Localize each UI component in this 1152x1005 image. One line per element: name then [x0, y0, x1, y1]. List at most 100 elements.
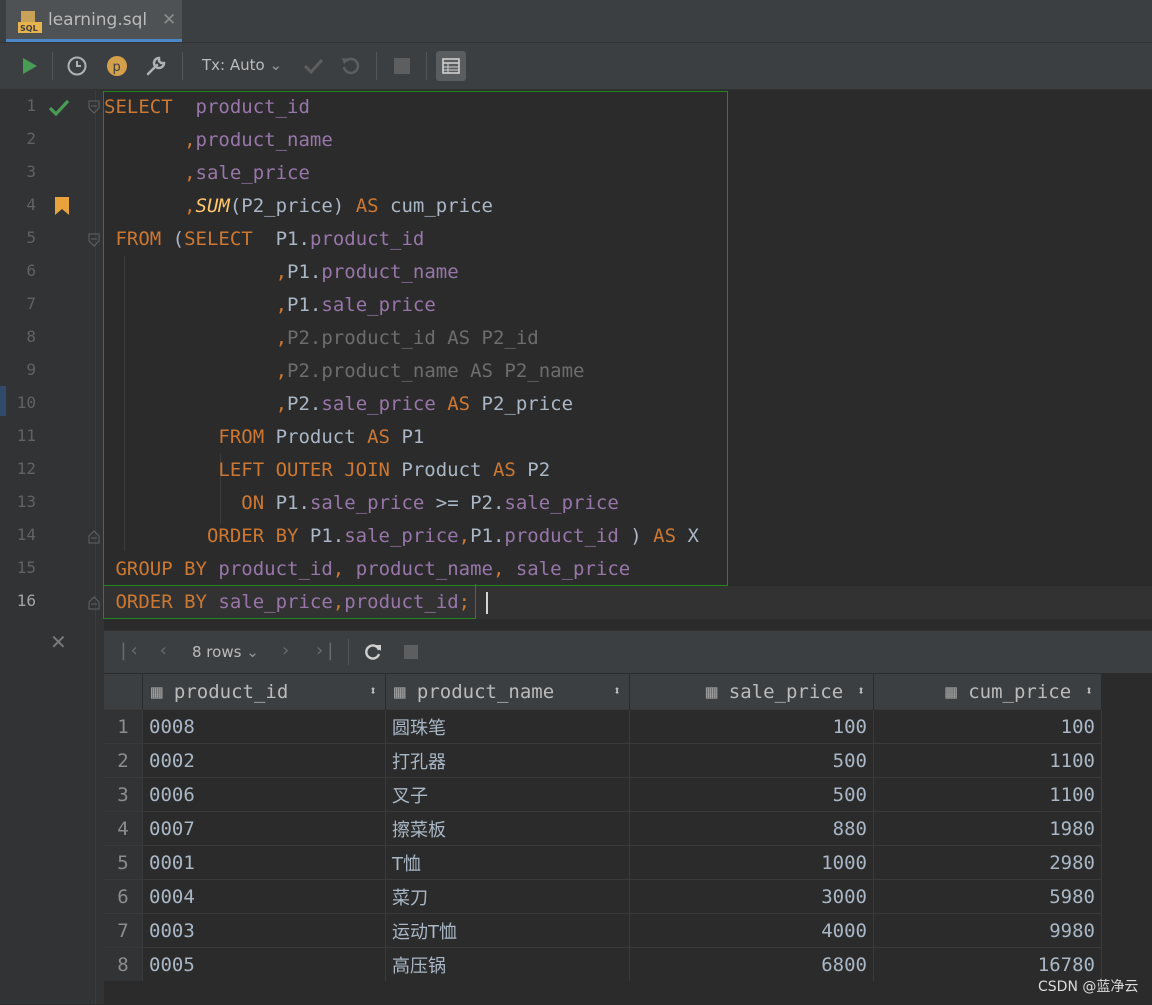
table-row[interactable]: 2 0002 打孔器 500 1100	[104, 743, 1102, 778]
tab-learning-sql[interactable]: SQL learning.sql ✕	[6, 0, 182, 42]
table-row[interactable]: 7 0003 运动T恤 4000 9980	[104, 913, 1102, 948]
line-number: 13	[16, 492, 36, 511]
cell-sale-price[interactable]: 3000	[629, 879, 874, 914]
first-page-icon[interactable]: |‹	[118, 640, 140, 661]
cell-product-id[interactable]: 0005	[142, 947, 386, 981]
cell-product-id[interactable]: 0004	[142, 879, 386, 914]
cell-cum-price[interactable]: 1100	[873, 743, 1102, 778]
chevron-down-icon: ⌄	[269, 56, 283, 74]
fold-end-icon[interactable]	[88, 596, 100, 610]
fold-end-icon[interactable]	[88, 530, 100, 544]
editor-tab-bar: SQL learning.sql ✕	[0, 0, 1152, 43]
table-row[interactable]: 8 0005 高压锅 6800 16780	[104, 947, 1102, 981]
last-page-icon[interactable]: ›|	[314, 640, 336, 661]
cell-cum-price[interactable]: 1980	[873, 811, 1102, 846]
prev-page-icon[interactable]: ‹	[158, 640, 169, 661]
row-number: 8	[104, 947, 143, 981]
cell-sale-price[interactable]: 880	[629, 811, 874, 846]
cell-cum-price[interactable]: 2980	[873, 845, 1102, 880]
cell-product-id[interactable]: 0002	[142, 743, 386, 778]
row-number: 3	[104, 777, 143, 812]
row-number: 5	[104, 845, 143, 880]
next-page-icon[interactable]: ›	[280, 640, 291, 661]
fold-icon[interactable]	[88, 233, 100, 247]
output-table-icon[interactable]	[436, 51, 466, 81]
wrench-icon[interactable]	[141, 51, 171, 81]
table-row[interactable]: 4 0007 擦菜板 880 1980	[104, 811, 1102, 846]
cell-product-id[interactable]: 0001	[142, 845, 386, 880]
run-icon[interactable]	[14, 51, 44, 81]
table-header-row: ▦ product_id ⬍ ▦ product_name ⬍ ▦ sale_pri…	[104, 674, 1102, 710]
column-header[interactable]: ▦ sale_price ⬍	[629, 674, 874, 710]
commit-icon[interactable]	[298, 51, 328, 81]
line-number: 15	[16, 558, 36, 577]
refresh-icon[interactable]	[363, 642, 383, 662]
cell-product-name[interactable]: 打孔器	[385, 743, 630, 778]
cell-product-name[interactable]: 高压锅	[385, 947, 630, 981]
cell-product-id[interactable]: 0003	[142, 913, 386, 948]
cell-sale-price[interactable]: 1000	[629, 845, 874, 880]
sort-icon[interactable]: ⬍	[613, 684, 621, 699]
row-number: 6	[104, 879, 143, 914]
fold-icon[interactable]	[88, 100, 100, 114]
cell-cum-price[interactable]: 100	[873, 709, 1102, 744]
rollback-icon[interactable]	[336, 51, 366, 81]
line-number: 6	[26, 261, 36, 280]
line-number: 12	[16, 459, 36, 478]
cell-cum-price[interactable]: 9980	[873, 913, 1102, 948]
cell-product-name[interactable]: 擦菜板	[385, 811, 630, 846]
cell-product-name[interactable]: 圆珠笔	[385, 709, 630, 744]
cell-sale-price[interactable]: 100	[629, 709, 874, 744]
tx-mode-dropdown[interactable]: Tx: Auto ⌄	[202, 56, 282, 74]
line-number: 3	[26, 162, 36, 181]
close-results-icon[interactable]: ✕	[50, 630, 67, 654]
column-header[interactable]: ▦ cum_price ⬍	[873, 674, 1102, 710]
cell-sale-price[interactable]: 500	[629, 743, 874, 778]
line-number: 11	[16, 426, 36, 445]
cell-cum-price[interactable]: 1100	[873, 777, 1102, 812]
cell-product-id[interactable]: 0007	[142, 811, 386, 846]
sort-icon[interactable]: ⬍	[857, 684, 865, 699]
bookmark-icon[interactable]	[54, 196, 70, 216]
line-number: 2	[26, 129, 36, 148]
history-icon[interactable]	[62, 51, 92, 81]
check-icon	[48, 99, 70, 117]
cell-sale-price[interactable]: 500	[629, 777, 874, 812]
results-toolbar: |‹ ‹ › ›|	[104, 631, 1152, 673]
cell-sale-price[interactable]: 4000	[629, 913, 874, 948]
cell-product-name[interactable]: 菜刀	[385, 879, 630, 914]
sort-icon[interactable]: ⬍	[369, 684, 377, 699]
sort-icon[interactable]: ⬍	[1085, 684, 1093, 699]
line-number: 1	[26, 96, 36, 115]
line-number: 9	[26, 360, 36, 379]
column-header[interactable]: ▦ product_id ⬍	[142, 674, 386, 710]
row-number: 4	[104, 811, 143, 846]
tab-close-icon[interactable]: ✕	[162, 10, 176, 30]
cell-product-name[interactable]: T恤	[385, 845, 630, 880]
watermark: CSDN @蓝净云	[1038, 979, 1139, 995]
row-number: 7	[104, 913, 143, 948]
row-number: 1	[104, 709, 143, 744]
statement-highlight-tail	[103, 584, 476, 619]
table-column-icon: ▦	[394, 680, 406, 703]
explain-plan-icon[interactable]: p	[102, 51, 132, 81]
stop-query-icon[interactable]	[403, 644, 419, 660]
table-row[interactable]: 1 0008 圆珠笔 100 100	[104, 709, 1102, 744]
svg-text:p: p	[113, 60, 121, 75]
cell-product-name[interactable]: 运动T恤	[385, 913, 630, 948]
cell-product-id[interactable]: 0008	[142, 709, 386, 744]
stop-icon[interactable]	[387, 51, 417, 81]
table-row[interactable]: 3 0006 叉子 500 1100	[104, 777, 1102, 812]
table-row[interactable]: 6 0004 菜刀 3000 5980	[104, 879, 1102, 914]
chevron-down-icon: ⌄	[246, 643, 259, 661]
cell-product-id[interactable]: 0006	[142, 777, 386, 812]
cell-product-name[interactable]: 叉子	[385, 777, 630, 812]
cell-cum-price[interactable]: 5980	[873, 879, 1102, 914]
table-column-icon: ▦	[945, 680, 957, 703]
row-count-dropdown[interactable]: 8 rows ⌄	[192, 643, 259, 661]
table-row[interactable]: 5 0001 T恤 1000 2980	[104, 845, 1102, 880]
column-header[interactable]: ▦ product_name ⬍	[385, 674, 630, 710]
line-number: 4	[26, 195, 36, 214]
editor-toolbar: p Tx: Auto ⌄	[0, 43, 1152, 90]
cell-sale-price[interactable]: 6800	[629, 947, 874, 981]
